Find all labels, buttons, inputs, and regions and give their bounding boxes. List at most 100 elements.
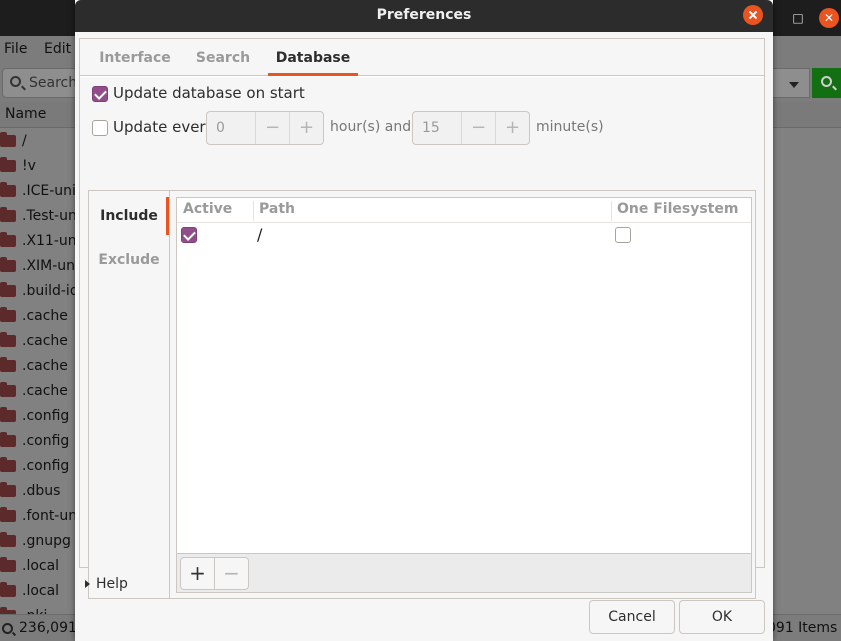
list-item[interactable]: .local [0, 578, 80, 603]
help-expander[interactable]: Help [85, 576, 128, 592]
search-input[interactable]: Search [2, 68, 78, 98]
column-path-header[interactable]: Path [259, 201, 295, 217]
folder-icon [0, 206, 16, 222]
hours-value[interactable]: 0 [216, 120, 225, 136]
list-item[interactable]: .dbus [0, 478, 80, 503]
column-separator [611, 201, 612, 221]
list-item[interactable]: .font-uni [0, 503, 80, 528]
file-name: .config [22, 407, 70, 424]
update-on-start-checkbox[interactable] [92, 86, 108, 102]
column-separator [253, 201, 254, 221]
list-item[interactable]: .config [0, 428, 80, 453]
add-path-button[interactable]: + [180, 557, 215, 590]
file-name: .ICE-unix [22, 182, 80, 199]
status-left: 236,091 [2, 620, 77, 636]
column-name-header[interactable]: Name [5, 106, 46, 122]
ok-button[interactable]: OK [679, 600, 765, 634]
hours-spinner[interactable]: 0 − + [206, 111, 324, 145]
file-name: .config [22, 432, 70, 449]
list-item[interactable]: .ICE-unix [0, 178, 80, 203]
tab-include[interactable]: Include [89, 208, 169, 224]
list-item[interactable]: .gnupg [0, 528, 80, 553]
hours-decrement-button[interactable]: − [255, 112, 289, 144]
minutes-spinner[interactable]: 15 − + [412, 111, 530, 145]
menu-edit[interactable]: Edit [44, 41, 71, 57]
cancel-button[interactable]: Cancel [589, 600, 675, 634]
include-exclude-panel: Include Exclude Active Path One Filesyst… [88, 190, 756, 599]
folder-icon [0, 306, 16, 322]
file-list: / !v .ICE-unix .Test-uni .X11-uni .XIM-u… [0, 128, 80, 628]
column-active-header[interactable]: Active [183, 201, 232, 217]
folder-icon [0, 506, 16, 522]
file-name: .cache [22, 382, 68, 399]
file-name: .local [22, 557, 60, 574]
folder-icon [0, 281, 16, 297]
search-button[interactable] [812, 68, 841, 98]
table-header: Active Path One Filesystem [177, 198, 751, 223]
divider [169, 191, 170, 598]
list-item[interactable]: .config [0, 403, 80, 428]
list-item[interactable]: .local [0, 553, 80, 578]
folder-icon [0, 431, 16, 447]
list-item[interactable]: .cache [0, 328, 80, 353]
help-label: Help [96, 576, 128, 592]
minutes-unit-label: minute(s) [536, 119, 604, 135]
list-item[interactable]: .cache [0, 378, 80, 403]
folder-icon [0, 531, 16, 547]
column-one-filesystem-header[interactable]: One Filesystem [617, 201, 738, 217]
row-path[interactable]: / [257, 225, 262, 244]
tab-search[interactable]: Search [188, 39, 258, 76]
table-toolbar: + − [177, 553, 751, 592]
status-items: 091 Items [767, 620, 838, 636]
file-name: .cache [22, 357, 68, 374]
expander-arrow-icon [85, 580, 90, 588]
folder-icon [0, 481, 16, 497]
list-item[interactable]: .X11-uni [0, 228, 80, 253]
list-item[interactable]: .cache [0, 303, 80, 328]
file-name: .font-uni [22, 507, 80, 524]
file-name: .local [22, 582, 60, 599]
close-icon[interactable]: ✕ [819, 8, 839, 28]
menu-file[interactable]: File [4, 41, 27, 57]
folder-icon [0, 381, 16, 397]
folder-icon [0, 231, 16, 247]
tab-interface[interactable]: Interface [86, 39, 184, 76]
list-item[interactable]: .cache [0, 353, 80, 378]
file-name: .cache [22, 332, 68, 349]
update-every-checkbox[interactable] [92, 120, 108, 136]
search-icon [10, 76, 21, 87]
update-every-label[interactable]: Update every [113, 118, 214, 136]
remove-path-button[interactable]: − [214, 557, 249, 590]
hours-increment-button[interactable]: + [289, 112, 323, 144]
preferences-dialog: Preferences Interface Search Database Up… [75, 0, 773, 641]
file-name: .gnupg [22, 532, 71, 549]
maximize-icon[interactable]: □ [786, 6, 810, 30]
close-icon[interactable] [743, 5, 763, 25]
dialog-titlebar: Preferences [75, 0, 773, 32]
folder-icon [0, 256, 16, 272]
folder-icon [0, 581, 16, 597]
minutes-decrement-button[interactable]: − [461, 112, 495, 144]
list-item[interactable]: !v [0, 153, 80, 178]
update-on-start-label[interactable]: Update database on start [113, 84, 305, 102]
list-item[interactable]: .XIM-uni [0, 253, 80, 278]
hours-unit-label: hour(s) and [330, 119, 412, 135]
list-item[interactable]: .Test-uni [0, 203, 80, 228]
tab-exclude[interactable]: Exclude [89, 252, 169, 268]
file-name: !v [22, 157, 36, 174]
folder-icon [0, 131, 16, 147]
list-item[interactable]: .config [0, 453, 80, 478]
list-item[interactable]: / [0, 128, 80, 153]
row-active-checkbox[interactable] [181, 227, 197, 243]
file-name: .cache [22, 307, 68, 324]
list-item[interactable]: .build-id [0, 278, 80, 303]
folder-icon [0, 331, 16, 347]
tab-database[interactable]: Database [268, 39, 358, 76]
minutes-value[interactable]: 15 [422, 120, 440, 136]
search-placeholder: Search [29, 75, 78, 91]
folder-icon [0, 356, 16, 372]
file-name: .XIM-uni [22, 257, 79, 274]
row-one-filesystem-checkbox[interactable] [615, 227, 631, 243]
search-icon [821, 76, 832, 87]
minutes-increment-button[interactable]: + [495, 112, 529, 144]
